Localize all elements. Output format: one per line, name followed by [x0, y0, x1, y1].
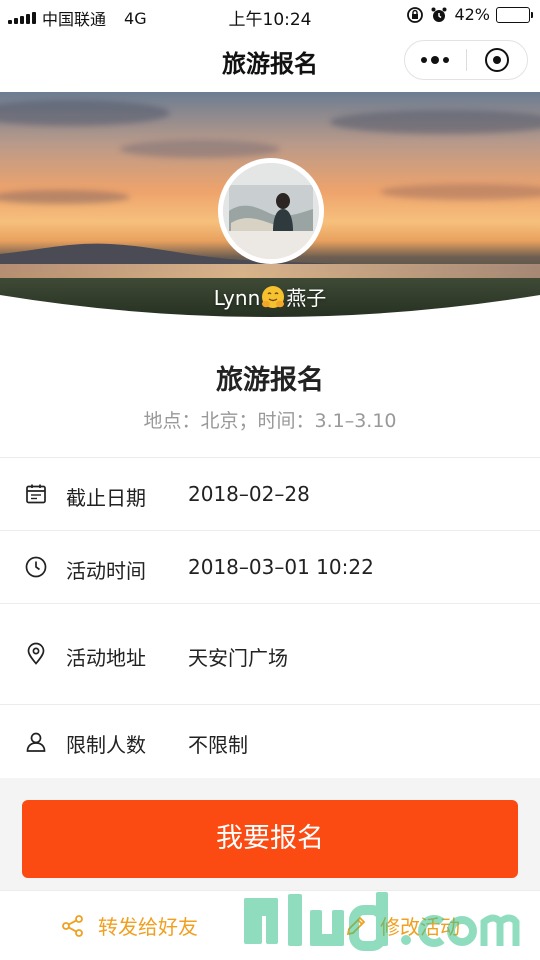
participant-limit-value: 不限制 [188, 733, 248, 757]
hugging-face-emoji-icon [262, 286, 285, 308]
user-nickname: Lynn 燕子 [0, 282, 540, 311]
share-label: 转发给好友 [98, 915, 198, 939]
status-right: 42% [406, 5, 533, 24]
person-icon [26, 732, 46, 752]
activity-time-label: 活动时间 [66, 559, 146, 583]
deadline-value: 2018–02–28 [188, 482, 310, 506]
detail-row-limit: 限制人数 不限制 [0, 705, 540, 778]
event-title: 旅游报名 [216, 365, 324, 396]
deadline-label: 截止日期 [66, 486, 146, 510]
signup-button[interactable]: 我要报名 [22, 800, 518, 878]
nav-bar: 旅游报名 [0, 30, 540, 92]
event-header: 旅游报名 地点：北京；时间：3.1–3.10 [0, 328, 540, 458]
battery-icon [496, 6, 533, 23]
signup-area: 我要报名 [0, 778, 540, 890]
share-to-friend-button[interactable]: 转发给好友 [60, 911, 198, 940]
edit-pencil-icon [346, 916, 366, 935]
detail-row-address[interactable]: 活动地址 天安门广场 [0, 604, 540, 705]
activity-address-label: 活动地址 [66, 646, 146, 670]
detail-row-deadline: 截止日期 2018–02–28 [0, 458, 540, 531]
battery-percent: 42% [454, 5, 490, 24]
close-mini-program-button[interactable] [467, 41, 528, 79]
detail-row-time: 活动时间 2018–03–01 10:22 [0, 531, 540, 604]
more-menu-button[interactable] [405, 41, 466, 79]
nickname-prefix: Lynn [213, 286, 261, 310]
nickname-suffix: 燕子 [286, 286, 327, 310]
calendar-icon [26, 484, 46, 504]
alarm-icon [431, 7, 447, 22]
rotation-lock-icon [407, 6, 424, 23]
cover-banner: Lynn 燕子 [0, 92, 540, 328]
mini-program-capsule [404, 40, 528, 80]
activity-address-value: 天安门广场 [188, 646, 288, 670]
bottom-action-bar: 转发给好友 修改活动 [0, 890, 540, 960]
edit-label: 修改活动 [380, 915, 460, 939]
target-close-icon [484, 48, 509, 72]
share-icon [62, 914, 83, 937]
clock-icon [25, 556, 47, 578]
participant-limit-label: 限制人数 [66, 733, 146, 757]
event-subtitle: 地点：北京；时间：3.1–3.10 [143, 410, 397, 432]
more-dots-icon [421, 57, 428, 63]
avatar-photo [223, 163, 319, 259]
location-pin-icon [27, 642, 45, 665]
avatar[interactable] [218, 158, 324, 264]
activity-time-value: 2018–03–01 10:22 [188, 555, 374, 579]
status-bar: 中国联通 4G 上午10:24 42% [0, 0, 540, 30]
edit-activity-button[interactable]: 修改活动 [344, 911, 460, 940]
